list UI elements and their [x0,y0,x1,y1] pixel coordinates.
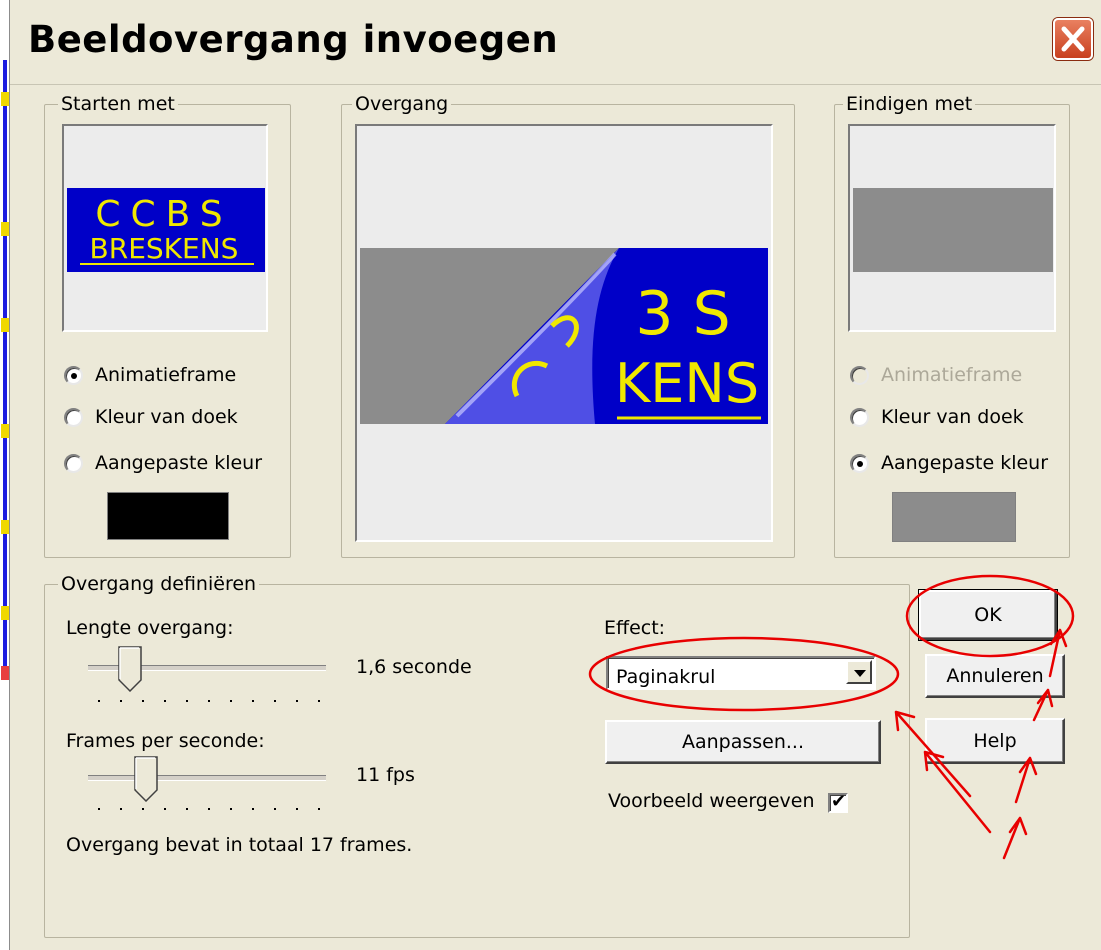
cancel-button[interactable]: Annuleren [925,654,1065,698]
end-option-kleur-van-doek[interactable]: Kleur van doek [850,406,1024,428]
define-group-label: Overgang definiëren [58,573,260,595]
start-option-kleur-van-doek[interactable]: Kleur van doek [64,406,238,428]
help-button[interactable]: Help [925,718,1065,764]
start-option-animatieframe[interactable]: Animatieframe [64,364,236,386]
fps-slider-ticks [98,808,328,812]
transition-preview: 3 S KENS [355,124,773,542]
length-slider-ticks [98,700,328,704]
end-color-swatch[interactable] [892,492,1016,542]
radio-indicator [64,365,83,385]
fps-label: Frames per seconde: [66,730,265,752]
ok-button[interactable]: OK [918,589,1058,641]
end-option-animatieframe[interactable]: Animatieframe [850,364,1022,386]
preview-checkbox[interactable] [828,791,848,813]
fps-slider-thumb[interactable] [134,756,158,802]
dialog-title: Beeldovergang invoegen [28,18,559,61]
chevron-down-icon[interactable] [846,660,872,684]
effect-label: Effect: [604,617,666,639]
start-preview-line1: CCBS [95,194,232,235]
end-preview-frame [853,188,1053,272]
effect-select[interactable]: Paginakrul [606,656,876,690]
length-value: 1,6 seconde [356,656,472,678]
length-label: Lengte overgang: [66,617,234,639]
transition-preview-line2: KENS [615,352,759,415]
radio-indicator [850,365,869,385]
end-preview [848,124,1056,332]
effect-select-value: Paginakrul [616,666,716,688]
start-color-swatch[interactable] [107,492,229,540]
fps-slider-track[interactable] [88,775,326,781]
start-preview-line2: BRESKENS [90,232,239,265]
preview-checkbox-label: Voorbeeld weergeven [608,790,815,812]
radio-indicator [64,407,83,427]
length-slider-thumb[interactable] [118,646,142,692]
start-group-label: Starten met [58,93,178,115]
end-option-aangepaste-kleur[interactable]: Aangepaste kleur [850,452,1048,474]
end-group-label: Eindigen met [843,93,976,115]
customize-button[interactable]: Aanpassen... [605,720,881,764]
frame-summary: Overgang bevat in totaal 17 frames. [66,834,413,856]
fps-value: 11 fps [356,764,415,786]
start-preview: CCBS BRESKENS [62,124,268,332]
transition-group-label: Overgang [352,93,452,115]
radio-indicator [64,453,83,473]
radio-indicator [850,453,869,473]
close-icon [1061,26,1085,52]
close-button[interactable] [1053,18,1093,60]
transition-preview-line1: 3 S [635,279,730,349]
radio-indicator [850,407,869,427]
start-option-aangepaste-kleur[interactable]: Aangepaste kleur [64,452,262,474]
